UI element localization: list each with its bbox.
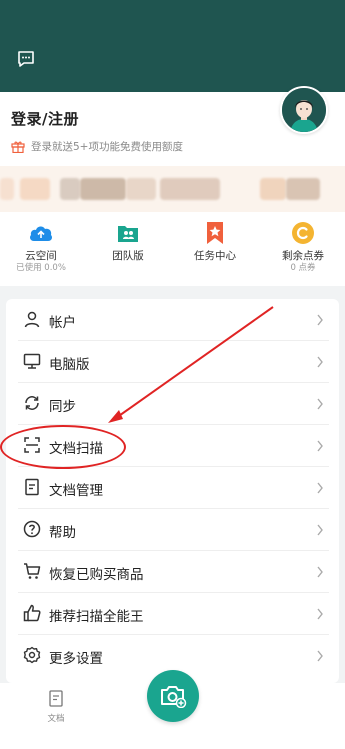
menu-item-label: 恢复已购买商品 <box>49 567 144 583</box>
gift-icon <box>11 141 25 153</box>
blurred-block <box>126 178 156 200</box>
quick-item-label: 剩余点券 <box>282 250 324 262</box>
chevron-right-icon <box>317 608 323 620</box>
team-folder-icon <box>115 220 141 246</box>
document-tab-icon <box>49 690 63 707</box>
help-icon <box>23 520 41 538</box>
quick-item-coupons[interactable]: 剩余点券 0 点券 <box>263 220 343 274</box>
quick-item-sub: 0 点券 <box>290 263 316 273</box>
login-register-link[interactable]: 登录/注册 <box>11 108 79 129</box>
chevron-right-icon <box>317 524 323 536</box>
menu-item-help[interactable]: 帮助 <box>6 509 339 551</box>
camera-scan-button[interactable] <box>147 670 199 722</box>
menu-item-label: 文档管理 <box>49 483 103 499</box>
menu-item-label: 文档扫描 <box>49 441 103 457</box>
menu-item-desktop[interactable]: 电脑版 <box>6 341 339 383</box>
thumbs-up-icon <box>23 604 41 622</box>
chevron-right-icon <box>317 398 323 410</box>
settings-menu: 帐户 电脑版 同步 文档扫描 文档管理 帮助 恢复已购买商品 推荐扫描全能王 更… <box>6 299 339 683</box>
menu-item-document-scan[interactable]: 文档扫描 <box>6 425 339 467</box>
cloud-upload-icon <box>28 220 54 246</box>
quick-item-label: 团队版 <box>112 250 144 262</box>
quick-item-label: 云空间 <box>25 250 57 262</box>
blurred-block <box>80 178 126 200</box>
tab-documents[interactable]: 文档 <box>38 690 74 724</box>
menu-item-label: 帮助 <box>49 525 76 541</box>
document-icon <box>25 478 39 496</box>
chat-bubble-icon <box>18 51 34 67</box>
chevron-right-icon <box>317 356 323 368</box>
blurred-block <box>60 178 80 200</box>
blurred-block <box>286 178 320 200</box>
menu-item-label: 更多设置 <box>49 651 103 667</box>
menu-item-account[interactable]: 帐户 <box>6 299 339 341</box>
bookmark-star-icon <box>202 220 228 246</box>
menu-item-label: 推荐扫描全能王 <box>49 609 144 625</box>
menu-item-recommend[interactable]: 推荐扫描全能王 <box>6 593 339 635</box>
chevron-right-icon <box>317 482 323 494</box>
quick-item-sub: 已使用 0.0% <box>16 263 66 273</box>
menu-item-sync[interactable]: 同步 <box>6 383 339 425</box>
sync-icon <box>25 396 39 410</box>
blurred-block <box>260 178 286 200</box>
quick-item-task-center[interactable]: 任务中心 <box>175 220 255 263</box>
message-button[interactable] <box>16 49 36 69</box>
blurred-block <box>20 178 50 200</box>
chevron-right-icon <box>317 650 323 662</box>
user-avatar-icon <box>282 88 326 132</box>
menu-item-label: 帐户 <box>49 315 76 331</box>
top-header <box>0 0 345 92</box>
person-icon <box>24 311 40 328</box>
chevron-right-icon <box>317 440 323 452</box>
chevron-right-icon <box>317 314 323 326</box>
monitor-icon <box>23 353 41 369</box>
promo-text: 登录就送5+项功能免费使用额度 <box>31 141 183 153</box>
quick-item-team[interactable]: 团队版 <box>88 220 168 263</box>
blurred-block <box>160 178 220 200</box>
menu-item-label: 同步 <box>49 399 76 415</box>
promo-banner[interactable]: 登录就送5+项功能免费使用额度 <box>11 139 183 154</box>
cart-icon <box>24 563 41 579</box>
quick-item-cloud-space[interactable]: 云空间 已使用 0.0% <box>1 220 81 274</box>
camera-add-icon <box>161 686 187 708</box>
menu-item-restore-purchase[interactable]: 恢复已购买商品 <box>6 551 339 593</box>
coupon-icon <box>290 220 316 246</box>
gear-icon <box>23 646 41 664</box>
avatar[interactable] <box>280 86 328 134</box>
chevron-right-icon <box>317 566 323 578</box>
blurred-block <box>0 178 14 200</box>
menu-item-document-manage[interactable]: 文档管理 <box>6 467 339 509</box>
tab-label: 文档 <box>47 714 65 724</box>
scan-icon <box>24 437 40 453</box>
quick-item-label: 任务中心 <box>194 250 236 262</box>
menu-item-label: 电脑版 <box>49 357 90 373</box>
